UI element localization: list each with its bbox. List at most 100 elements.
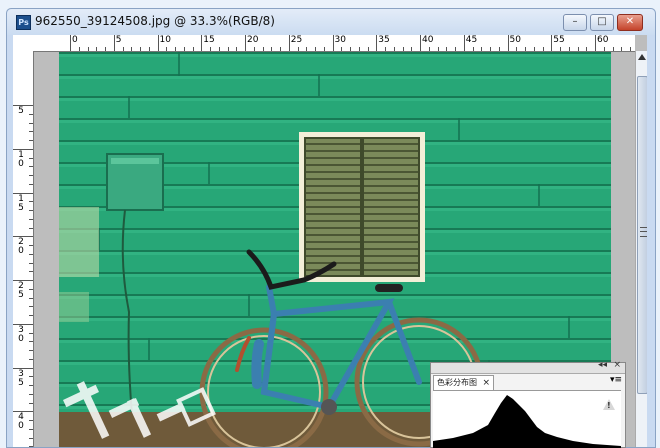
- ruler-minor-tick: [29, 227, 33, 229]
- ruler-minor-tick: [96, 47, 98, 51]
- ruler-minor-tick: [271, 47, 273, 51]
- panel-menu-icon[interactable]: ▾≡: [610, 375, 622, 385]
- ruler-minor-tick: [29, 122, 33, 124]
- ruler-minor-tick: [29, 210, 33, 211]
- ruler-minor-tick: [358, 47, 360, 51]
- ruler-label: 55: [553, 35, 565, 45]
- minimize-button[interactable]: –: [563, 14, 587, 31]
- ruler-minor-tick: [29, 350, 33, 351]
- ruler-minor-tick: [183, 47, 185, 51]
- ruler-minor-tick: [516, 47, 518, 51]
- tab-histogram[interactable]: 色彩分布图 ×: [433, 375, 494, 390]
- ruler-minor-tick: [29, 402, 33, 404]
- ruler-minor-tick: [29, 166, 33, 168]
- ruler-tick: [420, 35, 421, 51]
- ruler-minor-tick: [262, 47, 264, 51]
- ruler-minor-tick: [148, 47, 150, 51]
- ruler-minor-tick: [542, 47, 544, 51]
- ruler-minor-tick: [192, 47, 194, 51]
- ruler-minor-tick: [29, 393, 33, 395]
- ruler-minor-tick: [490, 47, 491, 51]
- tab-close-icon[interactable]: ×: [482, 376, 490, 390]
- ruler-label: 30: [334, 35, 346, 45]
- ruler-label: 5: [18, 106, 24, 116]
- panel-close-button[interactable]: ×: [613, 360, 621, 370]
- ruler-minor-tick: [29, 341, 33, 343]
- ruler-minor-tick: [341, 47, 343, 51]
- ruler-label: 15: [203, 35, 215, 45]
- scrollbar-grip-icon: [640, 227, 647, 237]
- ruler-label: 35: [378, 35, 390, 45]
- ruler-tick: [157, 35, 159, 51]
- ruler-minor-tick: [612, 47, 614, 51]
- panel-header[interactable]: ◂◂ ×: [431, 360, 625, 374]
- ruler-minor-tick: [210, 47, 211, 51]
- ruler-minor-tick: [105, 47, 106, 51]
- maximize-button[interactable]: □: [590, 14, 614, 31]
- ruler-minor-tick: [411, 47, 413, 51]
- ruler-label: 20: [247, 35, 259, 45]
- ruler-minor-tick: [236, 47, 238, 51]
- ruler-minor-tick: [586, 47, 588, 51]
- ruler-minor-tick: [323, 47, 325, 51]
- ruler-minor-tick: [446, 47, 448, 51]
- vertical-scrollbar[interactable]: [635, 51, 647, 447]
- panel-collapse-button[interactable]: ◂◂: [598, 360, 607, 370]
- scroll-up-arrow-icon[interactable]: [638, 54, 646, 60]
- ruler-minor-tick: [568, 47, 570, 51]
- ruler-tick: [463, 35, 465, 51]
- ruler-minor-tick: [253, 47, 255, 51]
- ruler-minor-tick: [577, 47, 579, 51]
- ruler-label: 25: [290, 35, 303, 45]
- ruler-tick: [288, 35, 290, 51]
- ruler-label: 20: [18, 237, 24, 257]
- ruler-minor-tick: [29, 262, 33, 264]
- ruler-minor-tick: [87, 47, 89, 51]
- horizontal-ruler[interactable]: 0 5 10 15 20 25 30 35 40 45 50 55 60: [33, 35, 635, 52]
- ruler-minor-tick: [140, 47, 141, 51]
- ruler-minor-tick: [122, 47, 124, 51]
- ruler-tick: [595, 35, 596, 51]
- ruler-label: 40: [422, 35, 434, 45]
- ruler-origin[interactable]: [13, 35, 34, 52]
- scrollbar-thumb[interactable]: [637, 76, 647, 394]
- ruler-minor-tick: [603, 47, 605, 51]
- ruler-minor-tick: [437, 47, 439, 51]
- ruler-minor-tick: [280, 47, 281, 51]
- ruler-minor-tick: [29, 113, 33, 115]
- photoshop-icon: Ps: [16, 15, 31, 30]
- ruler-minor-tick: [315, 47, 316, 51]
- ruler-minor-tick: [29, 358, 33, 360]
- ruler-minor-tick: [29, 437, 33, 439]
- ruler-minor-tick: [218, 47, 220, 51]
- ruler-label: 50: [509, 35, 521, 45]
- close-button[interactable]: ✕: [617, 14, 643, 31]
- ruler-label: 40: [18, 412, 24, 432]
- ruler-minor-tick: [29, 446, 33, 447]
- ruler-minor-tick: [402, 47, 404, 51]
- ruler-minor-tick: [350, 47, 351, 51]
- ruler-minor-tick: [29, 131, 33, 133]
- ruler-minor-tick: [472, 47, 474, 51]
- vertical-ruler[interactable]: 5 10 15 20 25 30 35 40: [13, 51, 34, 447]
- title-bar[interactable]: Ps 962550_39124508.jpg @ 33.3%(RGB/8) – …: [7, 9, 655, 35]
- document-title: 962550_39124508.jpg @ 33.3%(RGB/8): [35, 14, 275, 28]
- ruler-label: 45: [465, 35, 478, 45]
- ruler-minor-tick: [560, 47, 561, 51]
- ruler-minor-tick: [175, 47, 176, 51]
- ruler-label: 10: [159, 35, 171, 45]
- ruler-tick: [113, 35, 115, 51]
- ruler-label: 0: [72, 35, 78, 45]
- ruler-minor-tick: [78, 47, 80, 51]
- ruler-minor-tick: [29, 428, 33, 430]
- ruler-minor-tick: [29, 157, 33, 159]
- ruler-minor-tick: [166, 47, 168, 51]
- ruler-minor-tick: [29, 140, 33, 141]
- histogram-panel: ◂◂ × 色彩分布图 × ▾≡ !: [430, 360, 626, 448]
- tab-histogram-label: 色彩分布图: [437, 378, 477, 387]
- ruler-minor-tick: [630, 47, 631, 51]
- ruler-minor-tick: [29, 288, 33, 290]
- ruler-minor-tick: [29, 183, 33, 185]
- ruler-minor-tick: [131, 47, 133, 51]
- warning-icon[interactable]: !: [603, 399, 615, 410]
